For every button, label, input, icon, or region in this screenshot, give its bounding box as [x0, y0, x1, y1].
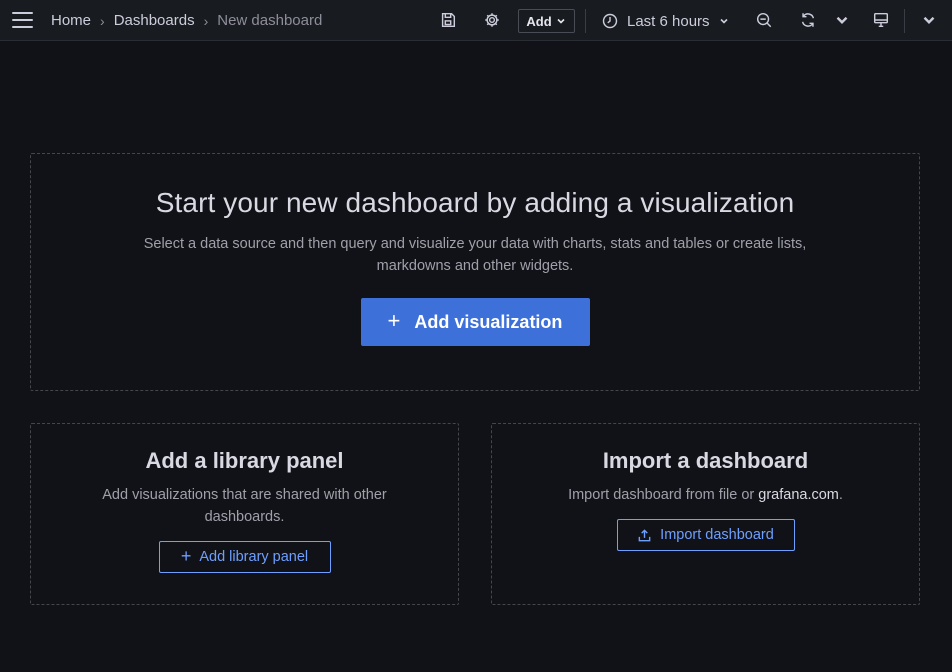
upload-icon [638, 528, 651, 541]
empty-state-title: Start your new dashboard by adding a vis… [155, 187, 795, 218]
breadcrumb-home[interactable]: Home [51, 12, 91, 29]
add-visualization-button[interactable]: + Add visualization [360, 298, 590, 346]
zoom-out-icon[interactable] [754, 10, 774, 30]
clock-icon [602, 13, 618, 29]
breadcrumb-current-page: New dashboard [217, 12, 323, 29]
plus-icon: + [180, 545, 192, 566]
library-panel-title: Add a library panel [145, 448, 344, 473]
import-dashboard-title: Import a dashboard [602, 448, 809, 473]
library-panel-description: Add visualizations that are shared with … [102, 487, 387, 525]
refresh-icon[interactable] [798, 10, 818, 30]
add-button[interactable]: Add [518, 9, 575, 33]
time-range-label: Last 6 hours [627, 12, 710, 30]
library-panel-card: Add a library panel Add visualizations t… [30, 423, 459, 605]
save-icon[interactable] [438, 10, 458, 30]
chevron-down-icon [719, 18, 728, 24]
add-button-label: Add [526, 13, 552, 29]
breadcrumb-separator: › [203, 12, 209, 29]
grafana-com-link[interactable]: grafana.com [758, 487, 839, 503]
empty-state-description: Select a data source and then query and … [143, 236, 807, 274]
add-library-panel-button[interactable]: + Add library panel [158, 541, 331, 573]
toolbar-divider [585, 9, 586, 33]
breadcrumb: Home › Dashboards › New dashboard [51, 0, 322, 41]
import-dashboard-button[interactable]: Import dashboard [616, 519, 795, 551]
menu-icon[interactable] [12, 12, 33, 28]
breadcrumb-separator: › [100, 12, 105, 29]
add-library-panel-label: Add library panel [199, 549, 309, 565]
toolbar-divider [904, 9, 905, 33]
import-dashboard-label: Import dashboard [660, 527, 774, 543]
plus-icon: + [387, 308, 401, 333]
import-description-text: Import dashboard from file or [568, 487, 759, 503]
monitor-icon[interactable] [871, 10, 891, 30]
add-visualization-panel: Start your new dashboard by adding a vis… [30, 153, 920, 391]
add-visualization-label: Add visualization [414, 311, 563, 332]
breadcrumb-dashboards[interactable]: Dashboards [114, 12, 195, 29]
refresh-interval-chevron-icon[interactable] [832, 10, 852, 30]
import-description-suffix: . [838, 487, 843, 503]
chevron-down-icon [557, 18, 565, 24]
chevron-down-icon[interactable] [919, 10, 939, 30]
time-range-picker[interactable]: Last 6 hours [601, 9, 730, 33]
import-dashboard-description: Import dashboard from file or grafana.co… [516, 484, 896, 506]
import-dashboard-card: Import a dashboard Import dashboard from… [491, 423, 920, 605]
gear-icon[interactable] [482, 10, 502, 30]
top-navigation-bar: Home › Dashboards › New dashboard Add La… [0, 0, 952, 41]
